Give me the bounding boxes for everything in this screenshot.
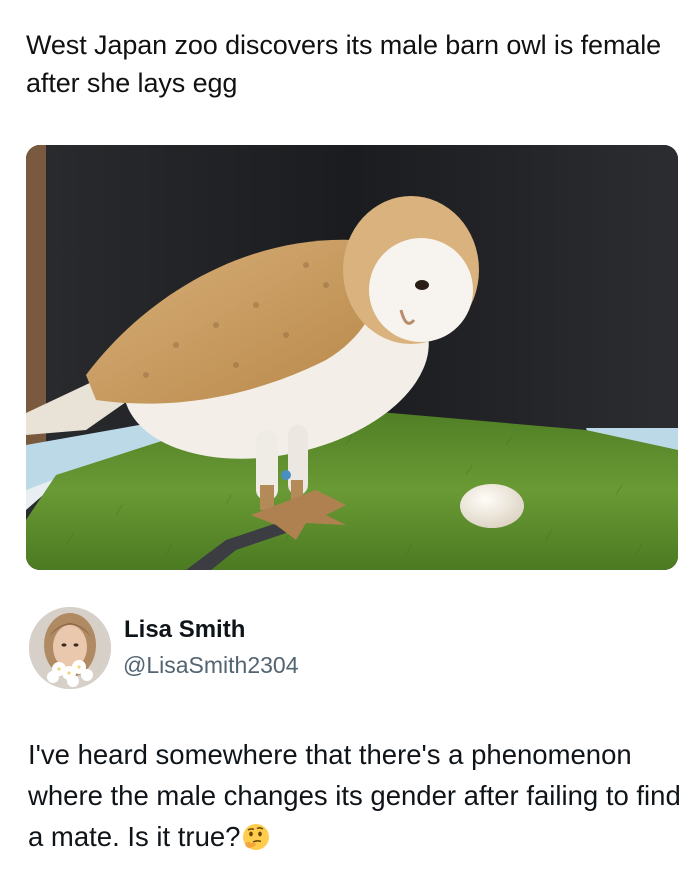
barn-owl-photo	[26, 145, 678, 570]
author-handle[interactable]: @LisaSmith2304	[123, 652, 299, 679]
author-name[interactable]: Lisa Smith	[124, 616, 245, 644]
avatar[interactable]	[29, 607, 111, 689]
tweet-text: I've heard somewhere that there's a phen…	[28, 734, 683, 857]
thinking-face-icon	[241, 822, 271, 852]
tweet-body: I've heard somewhere that there's a phen…	[28, 739, 681, 852]
headline: West Japan zoo discovers its male barn o…	[26, 30, 662, 98]
